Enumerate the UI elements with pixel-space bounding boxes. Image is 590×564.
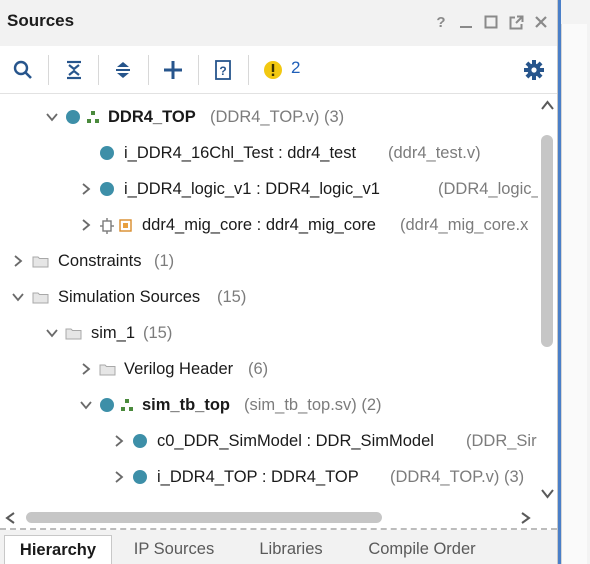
tree-row[interactable]: DDR4_TOP (DDR4_TOP.v) (3): [0, 99, 538, 135]
status-dot-icon: [133, 434, 147, 448]
tree-item-detail: (ddr4_mig_core.x: [400, 215, 529, 234]
hierarchy-icon: [121, 399, 133, 411]
tree-item-name: i_DDR4_TOP : DDR4_TOP: [157, 467, 359, 486]
title-bar: Sources ?: [0, 0, 557, 46]
toolbar-separator: [48, 55, 49, 85]
search-icon[interactable]: [6, 54, 40, 86]
toolbar: ? 2: [0, 46, 557, 94]
vertical-scrollbar[interactable]: [538, 95, 557, 508]
scroll-down-icon[interactable]: [540, 488, 555, 500]
help-icon[interactable]: ?: [433, 14, 449, 31]
sources-panel: Sources ? ? 2 DDR4_TOP (DDR4_TOP.v) (3) …: [0, 0, 558, 564]
scroll-right-icon[interactable]: [520, 511, 532, 525]
toolbar-separator: [148, 55, 149, 85]
folder-icon: [32, 292, 49, 304]
toolbar-separator: [198, 55, 199, 85]
tree-item-name: i_DDR4_16Chl_Test : ddr4_test: [124, 143, 357, 162]
tree-item-name: ddr4_mig_core : ddr4_mig_core: [142, 215, 376, 234]
chevron-right-icon[interactable]: [79, 182, 93, 196]
tree-row[interactable]: i_DDR4_16Chl_Test : ddr4_test (ddr4_test…: [0, 135, 538, 171]
tree-item-detail: (DDR4_TOP.v) (3): [390, 467, 525, 486]
tree-item-detail: (DDR4_TOP.v) (3): [210, 107, 345, 126]
tree-item-detail: (DDR_Sir: [466, 431, 537, 450]
tree-row[interactable]: c0_DDR_SimModel : DDR_SimModel (DDR_Sir: [0, 423, 538, 459]
hierarchy-icon: [87, 111, 99, 123]
close-icon[interactable]: [533, 14, 549, 30]
tree-row[interactable]: Simulation Sources (15): [0, 279, 538, 315]
tab-compile-order[interactable]: Compile Order: [352, 535, 492, 564]
status-dot-icon: [133, 470, 147, 484]
chevron-down-icon[interactable]: [11, 290, 25, 304]
warning-count[interactable]: 2: [291, 58, 300, 78]
chevron-down-icon[interactable]: [79, 398, 93, 412]
gear-icon[interactable]: [517, 54, 551, 86]
horizontal-scrollbar[interactable]: [0, 508, 557, 528]
tab-bar: Hierarchy IP Sources Libraries Compile O…: [0, 530, 557, 564]
toolbar-separator: [98, 55, 99, 85]
tree-item-name: Constraints: [58, 251, 142, 270]
tree-item-name: DDR4_TOP: [108, 107, 196, 126]
sources-tree: DDR4_TOP (DDR4_TOP.v) (3) i_DDR4_16Chl_T…: [0, 95, 538, 508]
status-dot-icon: [100, 146, 114, 160]
tab-ip-sources[interactable]: IP Sources: [120, 535, 228, 564]
status-dot-icon: [66, 110, 80, 124]
adjacent-panel-edge: [558, 0, 590, 564]
warning-icon[interactable]: [256, 54, 290, 86]
collapse-all-icon[interactable]: [57, 54, 91, 86]
tree-item-name: sim_tb_top: [142, 395, 231, 414]
tree-item-detail: (1): [154, 251, 175, 270]
chevron-down-icon[interactable]: [45, 326, 59, 340]
svg-text:?: ?: [219, 64, 226, 78]
tree-item-detail: (DDR4_logic_v1: [438, 179, 538, 198]
folder-icon: [99, 364, 116, 376]
tree-item-name: c0_DDR_SimModel : DDR_SimModel: [157, 431, 434, 450]
tree-item-detail: (15): [143, 323, 173, 342]
status-dot-icon: [100, 182, 114, 196]
tree-item-detail: (6): [248, 359, 269, 378]
maximize-icon[interactable]: [483, 14, 499, 30]
status-dot-icon: [100, 398, 114, 412]
tree-item-name: sim_1: [91, 323, 136, 342]
scroll-left-icon[interactable]: [4, 511, 16, 525]
tree-row[interactable]: ddr4_mig_core : ddr4_mig_core (ddr4_mig_…: [0, 207, 538, 243]
tree-item-name: Verilog Header: [124, 359, 234, 378]
toolbar-separator: [248, 55, 249, 85]
tree-item-name: i_DDR4_logic_v1 : DDR4_logic_v1: [124, 179, 380, 198]
adjacent-panel: [561, 24, 587, 564]
tree-row[interactable]: sim_1 (15): [0, 315, 538, 351]
tree-row[interactable]: i_DDR4_TOP : DDR4_TOP (DDR4_TOP.v) (3): [0, 459, 538, 495]
scroll-up-icon[interactable]: [540, 99, 555, 111]
tab-libraries[interactable]: Libraries: [240, 535, 342, 564]
expand-all-icon[interactable]: [106, 54, 140, 86]
tree-row[interactable]: Constraints (1): [0, 243, 538, 279]
tab-hierarchy[interactable]: Hierarchy: [4, 535, 112, 564]
tree-item-detail: (sim_tb_top.sv) (2): [244, 395, 382, 414]
horizontal-scroll-thumb[interactable]: [26, 512, 382, 523]
chevron-down-icon[interactable]: [45, 110, 59, 124]
tree-item-name: Simulation Sources: [58, 287, 201, 306]
tree-item-detail: (ddr4_test.v): [388, 143, 481, 162]
float-icon[interactable]: [508, 14, 524, 30]
folder-icon: [65, 328, 82, 340]
chevron-right-icon[interactable]: [79, 362, 93, 376]
tree-row[interactable]: sim_tb_top (sim_tb_top.sv) (2): [0, 387, 538, 423]
folder-icon: [32, 256, 49, 268]
tree-item-detail: (15): [217, 287, 247, 306]
properties-icon[interactable]: ?: [206, 54, 240, 86]
tree-row[interactable]: i_DDR4_logic_v1 : DDR4_logic_v1 (DDR4_lo…: [0, 171, 538, 207]
window-buttons: ?: [433, 14, 549, 31]
ip-block-icon: [119, 219, 132, 232]
chevron-right-icon[interactable]: [112, 470, 126, 484]
chevron-right-icon[interactable]: [11, 254, 25, 268]
panel-title: Sources: [7, 11, 75, 30]
ip-core-icon: [100, 218, 114, 234]
tree-row[interactable]: Verilog Header (6): [0, 351, 538, 387]
minimize-icon[interactable]: [458, 14, 474, 30]
vertical-scroll-thumb[interactable]: [541, 135, 553, 347]
chevron-right-icon[interactable]: [79, 218, 93, 232]
add-icon[interactable]: [156, 54, 190, 86]
chevron-right-icon[interactable]: [112, 434, 126, 448]
